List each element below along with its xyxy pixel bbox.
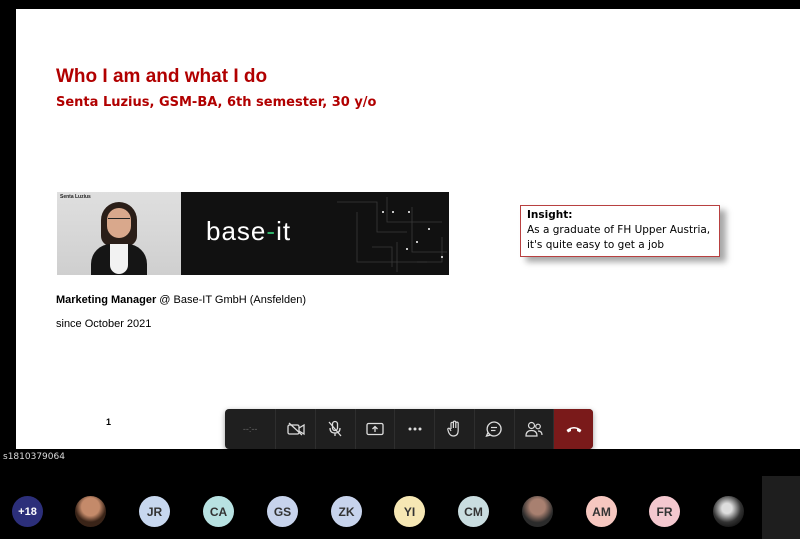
circuit-graphic	[337, 197, 447, 272]
chat-icon	[485, 421, 502, 437]
camera-off-icon	[287, 422, 305, 436]
mic-off-icon	[328, 420, 342, 437]
raise-hand-icon	[447, 420, 460, 437]
participant-strip: +18 JR CA GS ZK YI CM AM FR	[0, 476, 800, 539]
participant-avatar[interactable]	[522, 496, 553, 527]
leave-call-button[interactable]	[554, 409, 593, 449]
job-title: Marketing Manager	[56, 294, 157, 306]
more-participants-avatar[interactable]: +18	[12, 496, 43, 527]
mic-toggle-button[interactable]	[316, 409, 356, 449]
chat-button[interactable]	[475, 409, 515, 449]
company-banner: Senta Luzius base-it base-it	[57, 192, 449, 275]
share-screen-button[interactable]	[356, 409, 396, 449]
more-actions-button[interactable]	[395, 409, 436, 449]
hang-up-icon	[566, 427, 582, 433]
slide-subtitle: Senta Luzius, GSM-BA, 6th semester, 30 y…	[56, 95, 377, 110]
insight-text: As a graduate of FH Upper Austria, it's …	[527, 224, 711, 251]
participant-avatar[interactable]: YI	[394, 496, 425, 527]
meeting-timer: --:--	[225, 409, 277, 449]
raise-hand-button[interactable]	[435, 409, 475, 449]
participant-avatar[interactable]: ZK	[331, 496, 362, 527]
profile-photo: Senta Luzius	[57, 192, 181, 275]
slide-page-number: 1	[106, 417, 112, 427]
presentation-slide: Who I am and what I do Senta Luzius, GSM…	[16, 9, 800, 449]
job-line: Marketing Manager @ Base-IT GmbH (Ansfel…	[56, 294, 306, 306]
share-screen-icon	[366, 422, 384, 436]
participant-avatar[interactable]: JR	[139, 496, 170, 527]
photo-caption: Senta Luzius	[60, 194, 91, 200]
since-line: since October 2021	[56, 318, 152, 330]
self-view-tile	[762, 476, 800, 539]
participant-avatar[interactable]	[713, 496, 744, 527]
people-icon	[525, 421, 543, 437]
job-company: @ Base-IT GmbH (Ansfelden)	[156, 294, 306, 306]
participant-avatar[interactable]: FR	[649, 496, 680, 527]
base-it-logo: base-it base-it	[206, 216, 292, 246]
meeting-toolbar: --:--	[225, 409, 593, 449]
insight-title: Insight:	[527, 209, 573, 221]
insight-callout: Insight: As a graduate of FH Upper Austr…	[520, 205, 720, 257]
participant-avatar[interactable]: CA	[203, 496, 234, 527]
participant-avatar[interactable]: CM	[458, 496, 489, 527]
presenter-tile-label: s1810379064	[3, 452, 65, 462]
more-icon	[408, 427, 422, 431]
participant-avatar[interactable]: AM	[586, 496, 617, 527]
slide-title: Who I am and what I do	[56, 66, 268, 87]
participants-button[interactable]	[515, 409, 555, 449]
camera-toggle-button[interactable]	[276, 409, 317, 449]
participant-avatar[interactable]	[75, 496, 106, 527]
participant-avatar[interactable]: GS	[267, 496, 298, 527]
